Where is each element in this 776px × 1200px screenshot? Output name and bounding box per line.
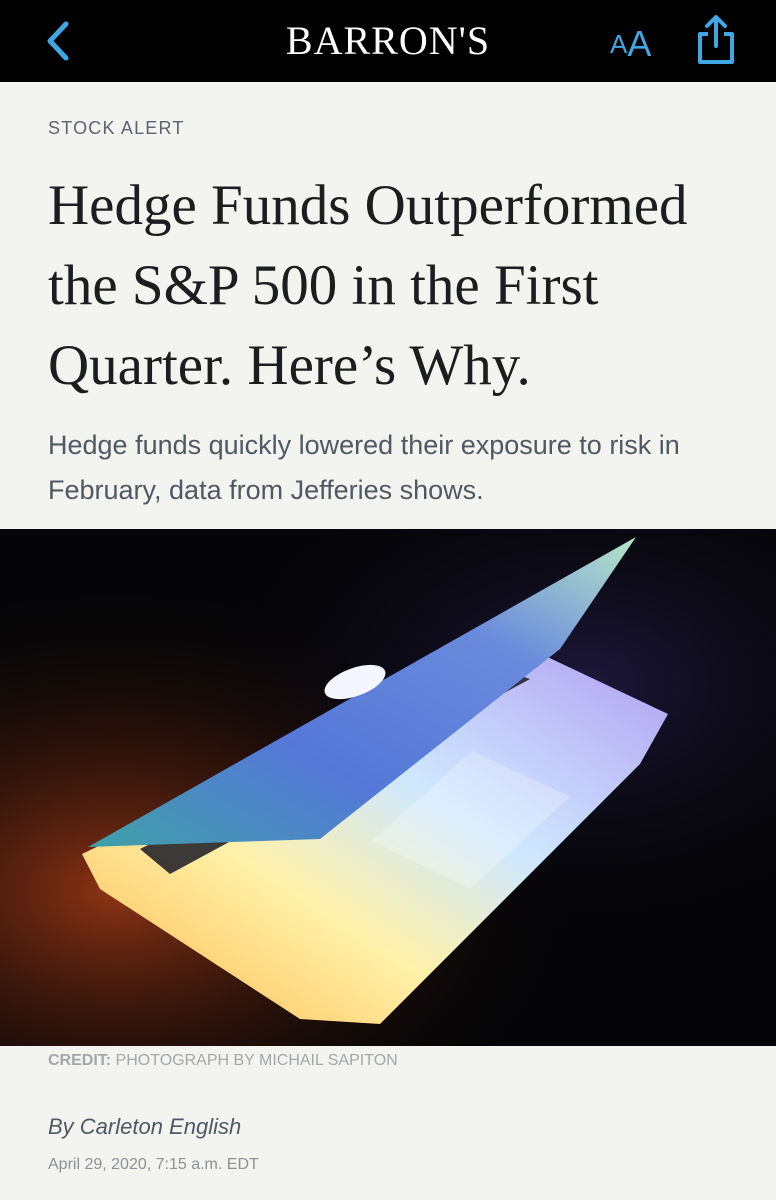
credit-text: PHOTOGRAPH BY MICHAIL SAPITON <box>111 1052 398 1069</box>
text-size-button[interactable]: A A <box>610 20 666 64</box>
article-dek: Hedge funds quickly lowered their exposu… <box>48 430 680 505</box>
article-byline[interactable]: By Carleton English <box>48 1114 241 1140</box>
share-icon <box>698 15 734 64</box>
credit-label: CREDIT: <box>48 1052 112 1069</box>
article-photo <box>0 529 776 1046</box>
top-nav-bar: BARRON'S A A <box>0 0 776 82</box>
article-headline: Hedge Funds Outperformed the S&P 500 in … <box>48 174 688 397</box>
photo-credit: CREDIT: PHOTOGRAPH BY MICHAIL SAPITON <box>48 1052 398 1070</box>
share-button[interactable] <box>694 14 738 66</box>
article-dateline: April 29, 2020, 7:15 a.m. EDT <box>48 1156 259 1173</box>
text-size-large-label: A <box>627 23 652 64</box>
article-kicker[interactable]: STOCK ALERT <box>48 118 185 139</box>
text-size-small-label: A <box>610 29 628 59</box>
